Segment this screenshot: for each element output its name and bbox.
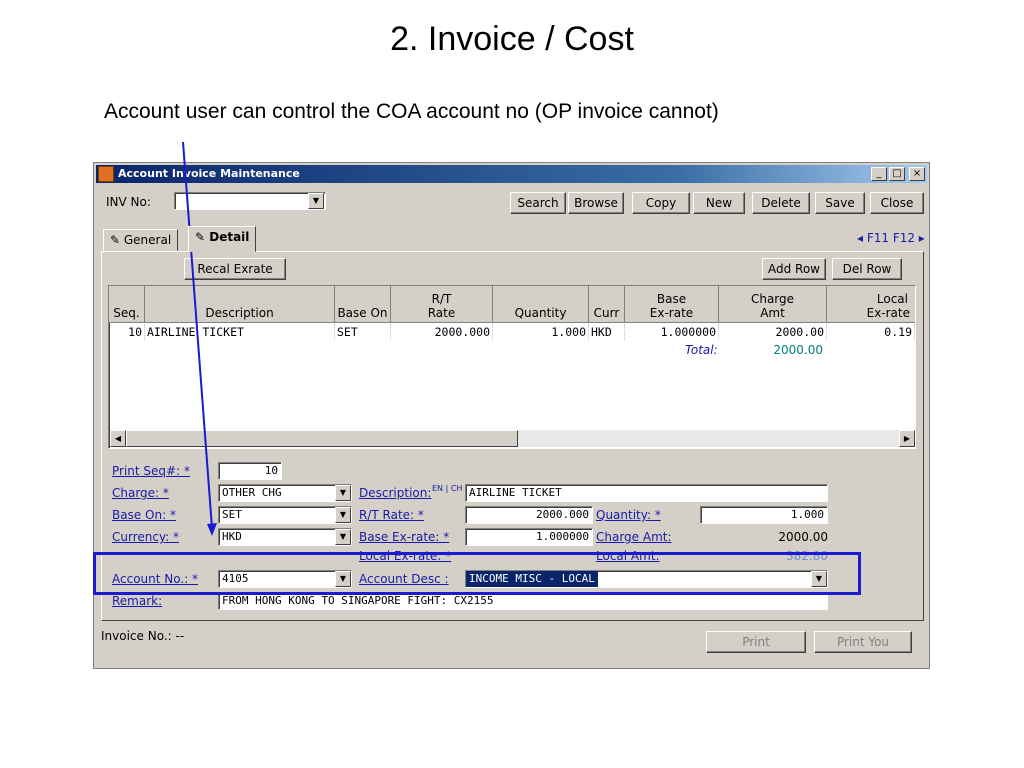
edit-icon: ✎ bbox=[195, 230, 210, 244]
annotation-arrow bbox=[182, 141, 217, 536]
tab-detail[interactable]: ✎ Detail bbox=[188, 226, 257, 252]
